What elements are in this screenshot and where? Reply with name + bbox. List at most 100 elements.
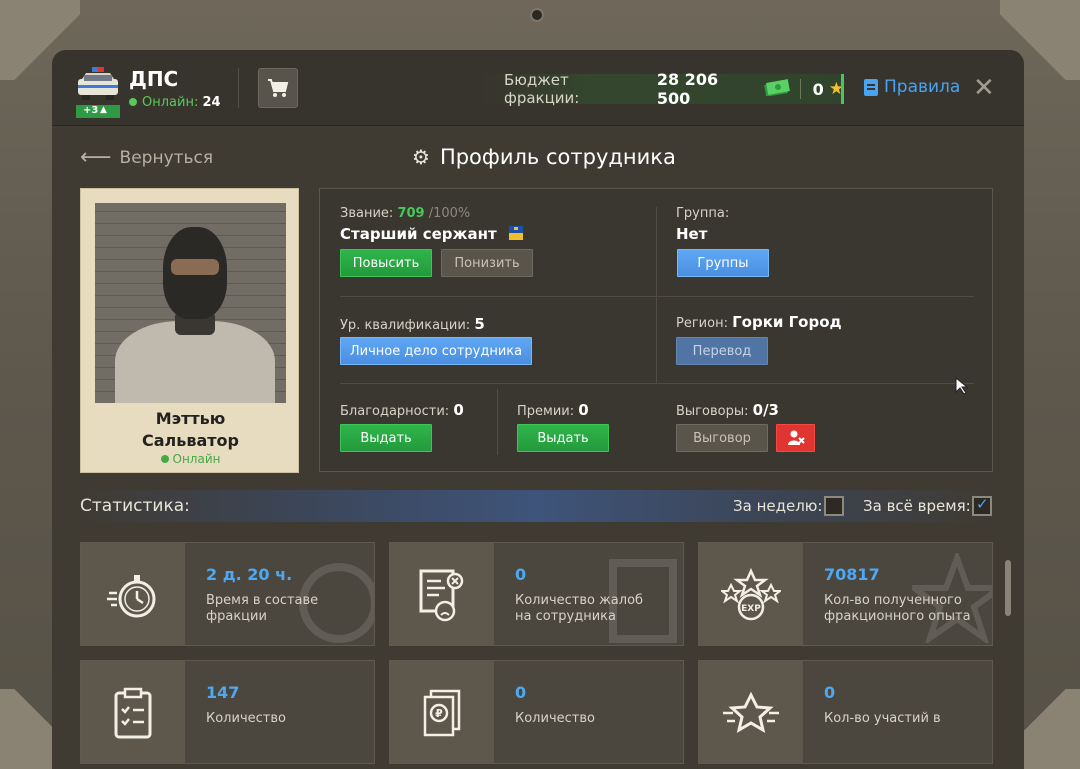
tablet-frame: +3 ▲ ДПС Онлайн: 24 Бюджет фракции: 28 2…: [0, 0, 1080, 769]
svg-text:EXP: EXP: [741, 604, 761, 614]
star-award-icon: [699, 661, 803, 763]
give-thanks-button[interactable]: Выдать: [340, 424, 432, 452]
close-icon: ✕: [973, 73, 995, 103]
remove-reprimand-button[interactable]: [776, 424, 815, 452]
mouse-cursor-icon: [955, 377, 969, 395]
stats-header-bar: [80, 490, 993, 522]
back-label: Вернуться: [119, 148, 214, 168]
faction-name: ДПС: [129, 67, 179, 91]
reprimand-button[interactable]: Выговор: [676, 424, 768, 452]
panel-divider: [340, 296, 974, 297]
panel-divider: [656, 207, 657, 383]
employee-name: Мэттью Сальватор: [81, 408, 300, 452]
demote-button[interactable]: Понизить: [441, 249, 533, 277]
online-dot-icon: [129, 98, 137, 106]
stat-value: 0: [824, 683, 836, 702]
reprimand-max: /3: [763, 401, 779, 419]
stat-value: 147: [206, 683, 240, 702]
week-filter-checkbox[interactable]: [824, 496, 844, 516]
panel-divider: [340, 383, 974, 384]
stat-card-experience: EXP 70817 Кол-во полученного фракционного…: [698, 542, 993, 646]
header-divider: [238, 68, 239, 108]
transfer-button[interactable]: Перевод: [676, 337, 768, 365]
employee-last-name: Сальватор: [141, 431, 239, 450]
close-button[interactable]: ✕: [973, 74, 995, 102]
header: +3 ▲ ДПС Онлайн: 24 Бюджет фракции: 28 2…: [52, 50, 1024, 126]
ruble-documents-icon: ₽: [390, 661, 494, 763]
rank-row: Звание: 709 /100%: [340, 206, 470, 221]
bonus-label: Премии:: [517, 404, 575, 419]
online-count: 24: [202, 95, 221, 110]
promote-button[interactable]: Повысить: [340, 249, 432, 277]
camera-icon: [530, 8, 544, 22]
stat-card-tasks: 147 Количество: [80, 660, 375, 764]
bonus-row: Премии: 0: [517, 401, 589, 419]
stat-value: 0: [515, 565, 527, 584]
cart-icon: [268, 79, 289, 97]
group-value: Нет: [676, 225, 708, 243]
faction-budget: Бюджет фракции: 28 206 500 0 ★: [480, 70, 844, 108]
stat-value: 0: [515, 683, 527, 702]
online-dot-icon: [160, 455, 169, 463]
rank-name: Старший сержант: [340, 225, 497, 243]
thanks-label: Благодарности:: [340, 404, 450, 419]
tablet-screen: +3 ▲ ДПС Онлайн: 24 Бюджет фракции: 28 2…: [52, 50, 1024, 769]
stopwatch-icon: [81, 543, 185, 645]
rank-name-row: Старший сержант: [340, 225, 524, 243]
stars-value: 0: [812, 79, 824, 99]
document-icon: [864, 78, 878, 96]
back-button[interactable]: ⟵ Вернуться: [80, 145, 214, 170]
employee-status-text: Онлайн: [172, 452, 221, 466]
scrollbar[interactable]: [1005, 560, 1011, 616]
employee-photo: [95, 203, 286, 403]
rank-max: /100%: [428, 206, 471, 221]
region-row: Регион: Горки Город: [676, 313, 842, 331]
give-bonus-button[interactable]: Выдать: [517, 424, 609, 452]
gear-icon: ⚙: [412, 145, 430, 169]
clipboard-checklist-icon: [81, 661, 185, 763]
alltime-filter-checkbox[interactable]: [972, 495, 992, 516]
complaint-document-icon: [390, 543, 494, 645]
page-title: ⚙ Профиль сотрудника: [412, 145, 676, 169]
stats-title: Статистика:: [80, 496, 190, 516]
qualification-label: Ур. квалификации:: [340, 318, 471, 333]
stat-card-fines: ₽ 0 Количество: [389, 660, 684, 764]
rules-label: Правила: [884, 77, 961, 97]
stat-card-complaints: 0 Количество жалоб на сотрудника: [389, 542, 684, 646]
budget-divider: [799, 79, 801, 99]
stat-description: Время в составе фракции: [206, 593, 319, 624]
employee-card: Мэттью Сальватор Онлайн: [80, 188, 299, 473]
faction-badge: +3: [83, 105, 99, 116]
rank-points: 709: [397, 206, 425, 221]
reprimand-row: Выговоры: 0/3: [676, 401, 779, 419]
budget-accent: [841, 74, 844, 104]
employee-first-name: Мэттью: [155, 409, 226, 428]
alltime-filter-label: За всё время:: [863, 497, 971, 515]
thanks-value: 0: [453, 401, 464, 419]
stat-card-events: 0 Кол-во участий в: [698, 660, 993, 764]
page-title-text: Профиль сотрудника: [439, 145, 676, 169]
online-status: Онлайн: 24: [129, 95, 221, 110]
arrow-left-icon: ⟵: [80, 145, 112, 170]
thanks-row: Благодарности: 0: [340, 401, 464, 419]
reprimand-label: Выговоры:: [676, 404, 749, 419]
stat-value: 70817: [824, 565, 880, 584]
employee-status: Онлайн: [81, 452, 300, 466]
region-label: Регион:: [676, 316, 728, 331]
money-icon: [763, 78, 790, 100]
rules-link[interactable]: Правила: [864, 77, 960, 97]
panel-divider: [497, 389, 498, 455]
group-label: Группа:: [676, 206, 730, 221]
exp-stars-icon: EXP: [699, 543, 803, 645]
groups-button[interactable]: Группы: [677, 249, 769, 277]
reprimand-value: 0: [752, 401, 764, 419]
svg-text:₽: ₽: [435, 707, 443, 720]
shop-button[interactable]: [258, 68, 298, 108]
remove-user-icon: [787, 430, 805, 445]
qualification-value: 5: [474, 315, 485, 333]
personal-file-button[interactable]: Личное дело сотрудника: [340, 337, 532, 365]
qualification-row: Ур. квалификации: 5: [340, 315, 485, 333]
stat-description: Кол-во участий в: [824, 711, 941, 726]
budget-label: Бюджет фракции:: [504, 71, 580, 107]
rank-label: Звание:: [340, 206, 394, 221]
